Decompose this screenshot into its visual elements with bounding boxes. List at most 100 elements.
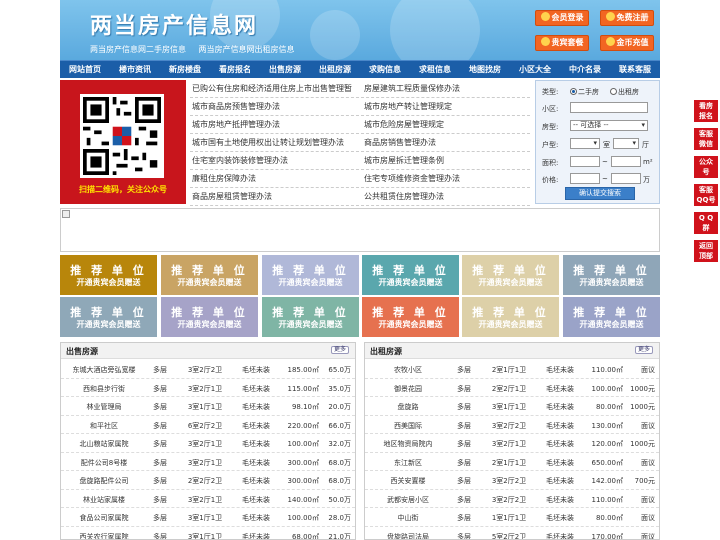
listing-cell[interactable]: 农牧小区 — [369, 365, 447, 375]
table-row[interactable]: 盘旋路司法局 多层 5室2厅2卫 毛坯未装 170.00㎡ 面议 — [365, 527, 659, 540]
table-row[interactable]: 盘旋路 多层 3室1厅1卫 毛坯未装 80.00㎡ 1000元 — [365, 397, 659, 416]
ad-slot[interactable]: 推 荐 单 位开通贵宾会员赠送 — [262, 297, 359, 337]
policy-link[interactable]: 公共租赁住房管理办法 — [364, 191, 444, 202]
policy-link[interactable]: 城市房地产转让管理规定 — [364, 101, 452, 112]
policy-link[interactable]: 房屋建筑工程质量保修办法 — [364, 83, 460, 94]
recharge-button[interactable]: 金币充值 — [600, 35, 654, 51]
ad-slot[interactable]: 推 荐 单 位开通贵宾会员赠送 — [161, 255, 258, 295]
table-row[interactable]: 中山街 多层 1室1厅1卫 毛坯未装 80.00㎡ 面议 — [365, 508, 659, 527]
table-row[interactable]: 御景花园 多层 2室2厅1卫 毛坯未装 100.00㎡ 1000元 — [365, 379, 659, 397]
listing-cell[interactable]: 地区物资局院内 — [369, 439, 447, 449]
nav-item[interactable]: 地图找房 — [460, 61, 510, 78]
nav-item[interactable]: 联系客服 — [610, 61, 660, 78]
more-button[interactable]: 更多 — [635, 346, 653, 354]
policy-link[interactable]: 城市商品房预售管理办法 — [192, 101, 280, 112]
ad-slot[interactable]: 推 荐 单 位开通贵宾会员赠送 — [362, 297, 459, 337]
listing-cell[interactable]: 西和县步行街 — [65, 384, 143, 394]
table-row[interactable]: 西关农行家属院 多层 3室1厅1卫 毛坯未装 68.00㎡ 21.0万 — [61, 527, 355, 540]
table-row[interactable]: 东城大酒店旁弘宽楼 多层 3室2厅2卫 毛坯未装 185.00㎡ 65.0万 — [61, 360, 355, 379]
ad-slot[interactable]: 推 荐 单 位开通贵宾会员赠送 — [462, 255, 559, 295]
listing-cell[interactable]: 西关安置楼 — [369, 476, 447, 486]
side-qq-group[interactable]: Q Q 群 — [694, 212, 718, 234]
nav-item[interactable]: 新房楼盘 — [160, 61, 210, 78]
policy-link[interactable]: 城市房屋拆迁管理条例 — [364, 155, 444, 166]
table-row[interactable]: 林业站家属楼 多层 3室2厅1卫 毛坯未装 140.00㎡ 50.0万 — [61, 490, 355, 508]
ad-slot[interactable]: 推 荐 单 位开通贵宾会员赠送 — [60, 255, 157, 295]
table-row[interactable]: 配件公司8号楼 多层 3室2厅1卫 毛坯未装 300.00㎡ 68.0万 — [61, 453, 355, 471]
hall-select[interactable]: ▾ — [613, 138, 639, 149]
nav-item[interactable]: 出售房源 — [260, 61, 310, 78]
listing-cell[interactable]: 武都安居小区 — [369, 495, 447, 505]
listing-cell[interactable]: 配件公司8号楼 — [65, 458, 143, 468]
search-submit-button[interactable]: 确认提交搜索 — [565, 187, 635, 200]
listing-cell[interactable]: 盘旋路 — [369, 402, 447, 412]
listing-cell[interactable]: 林业管理局 — [65, 402, 143, 412]
banner-image[interactable] — [60, 208, 660, 252]
side-viewing-signup[interactable]: 看房 报名 — [694, 100, 718, 122]
listing-cell[interactable]: 盘旋路配件公司 — [65, 476, 143, 486]
ad-slot[interactable]: 推 荐 单 位开通贵宾会员赠送 — [563, 255, 660, 295]
listing-cell[interactable]: 盘旋路司法局 — [369, 532, 447, 540]
nav-item[interactable]: 网站首页 — [60, 61, 110, 78]
side-service-qq[interactable]: 客服 QQ号 — [694, 184, 718, 206]
subtitle-link-sale[interactable]: 两当房产信息网二手房信息 — [90, 45, 186, 54]
table-row[interactable]: 武都安居小区 多层 3室2厅2卫 毛坯未装 110.00㎡ 面议 — [365, 490, 659, 508]
table-row[interactable]: 西关安置楼 多层 3室2厅2卫 毛坯未装 142.00㎡ 700元 — [365, 471, 659, 490]
listing-cell[interactable]: 东江新区 — [369, 458, 447, 468]
price-min-input[interactable] — [570, 173, 600, 184]
more-button[interactable]: 更多 — [331, 346, 349, 354]
ad-slot[interactable]: 推 荐 单 位开通贵宾会员赠送 — [462, 297, 559, 337]
table-row[interactable]: 西和县步行街 多层 3室2厅1卫 毛坯未装 115.00㎡ 35.0万 — [61, 379, 355, 397]
policy-link[interactable]: 已购公有住房和经济适用住房上市出售管理暂 — [192, 83, 352, 94]
ad-slot[interactable]: 推 荐 单 位开通贵宾会员赠送 — [362, 255, 459, 295]
table-row[interactable]: 盘旋路配件公司 多层 2室2厅2卫 毛坯未装 300.00㎡ 68.0万 — [61, 471, 355, 490]
nav-item[interactable]: 小区大全 — [510, 61, 560, 78]
price-max-input[interactable] — [611, 173, 641, 184]
ad-slot[interactable]: 推 荐 单 位开通贵宾会员赠送 — [563, 297, 660, 337]
policy-link[interactable]: 住宅室内装饰装修管理办法 — [192, 155, 288, 166]
nav-item[interactable]: 出租房源 — [310, 61, 360, 78]
policy-link[interactable]: 廉租住房保障办法 — [192, 173, 256, 184]
ad-slot[interactable]: 推 荐 单 位开通贵宾会员赠送 — [262, 255, 359, 295]
listing-cell[interactable]: 中山街 — [369, 513, 447, 523]
policy-link[interactable]: 住宅专项维修资金管理办法 — [364, 173, 460, 184]
side-official-account[interactable]: 公众号 — [694, 156, 718, 178]
nav-item[interactable]: 楼市资讯 — [110, 61, 160, 78]
listing-cell[interactable]: 西美国际 — [369, 421, 447, 431]
nav-item[interactable]: 看房报名 — [210, 61, 260, 78]
policy-link[interactable]: 城市危险房屋管理规定 — [364, 119, 444, 130]
policy-link[interactable]: 商品房销售管理办法 — [364, 137, 436, 148]
listing-cell[interactable]: 北山粮站家属院 — [65, 439, 143, 449]
listing-cell[interactable]: 御景花园 — [369, 384, 447, 394]
nav-item[interactable]: 求租信息 — [410, 61, 460, 78]
table-row[interactable]: 北山粮站家属院 多层 3室2厅1卫 毛坯未装 100.00㎡ 32.0万 — [61, 434, 355, 453]
type-radio-sale[interactable]: 二手房 — [570, 87, 599, 97]
housetype-select[interactable]: -- 可选择 -- ▾ — [570, 120, 648, 131]
register-button[interactable]: 免费注册 — [600, 10, 654, 26]
listing-cell[interactable]: 西关农行家属院 — [65, 532, 143, 540]
room-select[interactable]: ▾ — [570, 138, 600, 149]
policy-link[interactable]: 城市国有土地使用权出让转让规划管理办法 — [192, 137, 344, 148]
table-row[interactable]: 和平社区 多层 6室2厅2卫 毛坯未装 220.00㎡ 66.0万 — [61, 416, 355, 434]
table-row[interactable]: 东江新区 多层 2室1厅1卫 毛坯未装 650.00㎡ 面议 — [365, 453, 659, 471]
policy-link[interactable]: 商品房屋租赁管理办法 — [192, 191, 272, 202]
area-min-input[interactable] — [570, 156, 600, 167]
policy-link[interactable]: 城市房地产抵押管理办法 — [192, 119, 280, 130]
area-max-input[interactable] — [611, 156, 641, 167]
table-row[interactable]: 食品公司家属院 多层 3室1厅1卫 毛坯未装 100.00㎡ 28.0万 — [61, 508, 355, 527]
ad-slot[interactable]: 推 荐 单 位开通贵宾会员赠送 — [60, 297, 157, 337]
listing-cell[interactable]: 食品公司家属院 — [65, 513, 143, 523]
table-row[interactable]: 西美国际 多层 3室2厅2卫 毛坯未装 130.00㎡ 面议 — [365, 416, 659, 434]
nav-item[interactable]: 中介名录 — [560, 61, 610, 78]
table-row[interactable]: 林业管理局 多层 3室1厅1卫 毛坯未装 98.10㎡ 20.0万 — [61, 397, 355, 416]
login-button[interactable]: 会员登录 — [535, 10, 589, 26]
listing-cell[interactable]: 林业站家属楼 — [65, 495, 143, 505]
table-row[interactable]: 农牧小区 多层 2室1厅1卫 毛坯未装 110.00㎡ 面议 — [365, 360, 659, 379]
listing-cell[interactable]: 和平社区 — [65, 421, 143, 431]
subtitle-link-rent[interactable]: 两当房产信息网出租房信息 — [199, 45, 295, 54]
listing-cell[interactable]: 东城大酒店旁弘宽楼 — [65, 365, 143, 375]
table-row[interactable]: 地区物资局院内 多层 3室2厅1卫 毛坯未装 120.00㎡ 1000元 — [365, 434, 659, 453]
ad-slot[interactable]: 推 荐 单 位开通贵宾会员赠送 — [161, 297, 258, 337]
nav-item[interactable]: 求购信息 — [360, 61, 410, 78]
vip-package-button[interactable]: 贵宾套餐 — [535, 35, 589, 51]
